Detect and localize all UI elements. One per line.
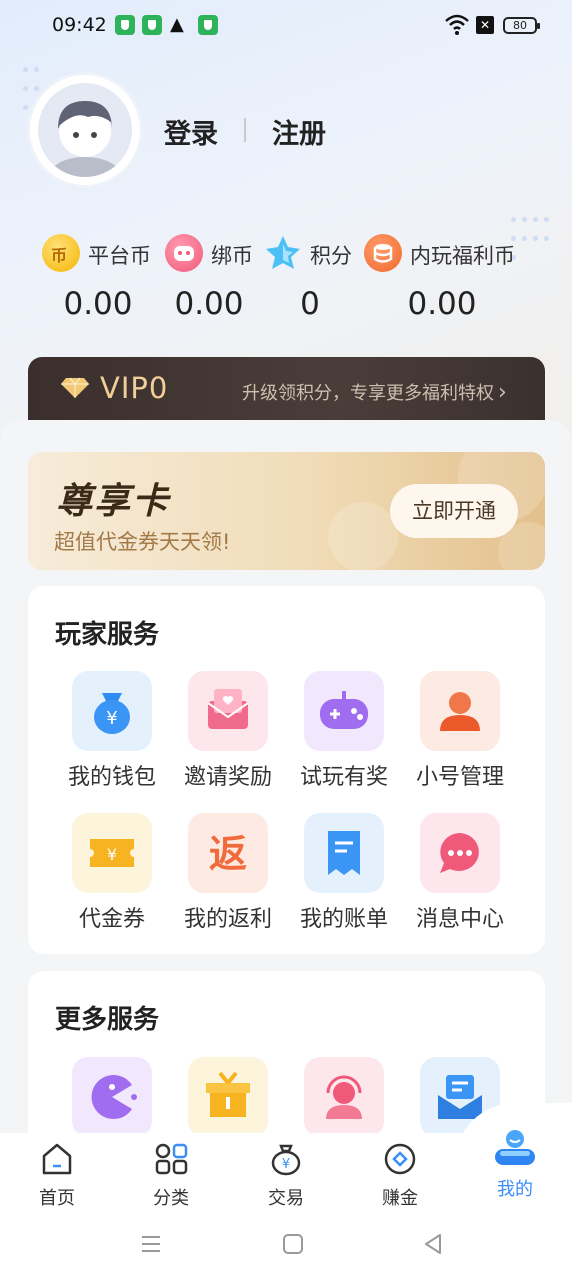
service-trial-reward[interactable]: 试玩有奖 xyxy=(289,671,399,791)
vip-level: VIP0 xyxy=(100,371,169,405)
points-star-icon xyxy=(264,234,302,272)
service-label: 代金券 xyxy=(78,907,145,932)
svg-text:¥: ¥ xyxy=(107,845,117,864)
welfare-coin-icon xyxy=(364,234,402,272)
currency-value: 0.00 xyxy=(174,286,244,322)
status-time: 09:42 xyxy=(52,14,107,36)
service-voucher[interactable]: ¥ 代金券 xyxy=(57,813,167,933)
vip-upgrade-hint[interactable]: 升级领积分，专享更多福利特权 › xyxy=(242,379,507,405)
section-title: 更多服务 xyxy=(55,1005,160,1035)
more-service-item[interactable] xyxy=(57,1057,167,1137)
tab-label: 赚金 xyxy=(382,1188,418,1209)
avatar[interactable] xyxy=(30,75,140,185)
currency-value: 0 xyxy=(300,286,320,322)
service-label: 试玩有奖 xyxy=(299,765,388,790)
currency-label: 内玩福利币 xyxy=(410,244,515,268)
avatar-image xyxy=(38,83,132,177)
diamond-icon xyxy=(61,377,89,398)
service-invite-reward[interactable]: 邀请奖励 xyxy=(173,671,283,791)
more-service-item[interactable] xyxy=(289,1057,399,1137)
category-icon xyxy=(155,1143,188,1175)
service-label: 我的钱包 xyxy=(67,765,156,790)
tab-home[interactable]: 首页 xyxy=(0,1133,114,1211)
vip-bar[interactable]: VIP0 升级领积分，专享更多福利特权 › xyxy=(28,357,545,427)
decor-dots xyxy=(508,210,556,267)
tab-me[interactable]: 我的 xyxy=(458,1130,572,1211)
wallet-icon: ¥ xyxy=(72,671,152,751)
svg-text:¥: ¥ xyxy=(106,708,117,729)
currency-value: 0.00 xyxy=(63,286,133,322)
platform-coin-icon: 币 xyxy=(42,234,80,272)
profile-icon xyxy=(495,1130,535,1165)
gift-box-icon xyxy=(188,1057,268,1137)
home-button-icon[interactable] xyxy=(282,1233,304,1255)
back-icon[interactable] xyxy=(422,1233,444,1255)
login-link[interactable]: 登录 xyxy=(164,112,218,151)
menu-icon[interactable] xyxy=(140,1233,162,1255)
status-bar: 09:42 ▲ ✕ 80 xyxy=(0,0,572,52)
service-bill[interactable]: 我的账单 xyxy=(289,813,399,933)
service-rebate[interactable]: 返 我的返利 xyxy=(173,813,283,933)
premium-card-banner[interactable]: 尊享卡 超值代金券天天领! 立即开通 xyxy=(28,452,545,570)
svg-text:¥: ¥ xyxy=(282,1157,290,1172)
currency-value: 0.00 xyxy=(407,286,477,322)
chevron-right-icon: › xyxy=(498,380,507,405)
service-wallet[interactable]: ¥ 我的钱包 xyxy=(57,671,167,791)
premium-card-title: 尊享卡 xyxy=(56,481,171,522)
more-service-item[interactable] xyxy=(173,1057,283,1137)
bound-coin-icon xyxy=(165,234,203,272)
warning-icon: ▲ xyxy=(170,14,184,35)
bottom-tab-bar: 首页 分类 ¥ 交易 赚金 我的 xyxy=(0,1130,572,1211)
tab-category[interactable]: 分类 xyxy=(114,1133,228,1211)
tab-label: 我的 xyxy=(497,1179,533,1200)
service-label: 我的返利 xyxy=(183,907,272,932)
shield-notification-icon xyxy=(142,15,162,35)
player-services-panel: 玩家服务 ¥ 我的钱包 邀请奖励 试玩有奖 小号管理 ¥ 代金券 返 我的返利 xyxy=(28,586,545,954)
wifi-icon xyxy=(445,14,469,35)
premium-card-subtitle: 超值代金券天天领! xyxy=(54,530,231,554)
service-label: 小号管理 xyxy=(415,765,504,790)
home-icon xyxy=(42,1143,72,1175)
notification-app-icon xyxy=(115,15,135,35)
bill-icon xyxy=(304,813,384,893)
pacman-game-icon xyxy=(72,1057,152,1137)
shield-notification-icon xyxy=(198,15,218,35)
tab-earn[interactable]: 赚金 xyxy=(343,1133,457,1211)
currency-label: 积分 xyxy=(310,244,352,268)
account-manage-icon xyxy=(420,671,500,751)
customer-service-icon xyxy=(304,1057,384,1137)
register-link[interactable]: 注册 xyxy=(272,112,326,151)
activate-now-button[interactable]: 立即开通 xyxy=(390,484,518,538)
invite-reward-icon xyxy=(188,671,268,751)
system-navigation-bar xyxy=(0,1211,572,1280)
battery-icon: 80 xyxy=(503,17,540,34)
service-messages[interactable]: 消息中心 xyxy=(405,813,515,933)
no-sim-icon: ✕ xyxy=(476,16,494,34)
currency-label: 平台币 xyxy=(88,244,151,268)
divider xyxy=(244,118,246,142)
svg-text:返: 返 xyxy=(209,832,247,876)
tab-trade[interactable]: ¥ 交易 xyxy=(229,1133,343,1211)
gamepad-icon xyxy=(304,671,384,751)
tab-label: 首页 xyxy=(39,1188,75,1209)
service-label: 邀请奖励 xyxy=(183,765,272,790)
section-title: 玩家服务 xyxy=(55,620,160,650)
trade-icon: ¥ xyxy=(271,1144,301,1176)
service-label: 消息中心 xyxy=(415,907,504,932)
earn-icon xyxy=(384,1143,416,1175)
rebate-icon: 返 xyxy=(188,813,268,893)
tab-label: 分类 xyxy=(153,1188,189,1209)
tab-label: 交易 xyxy=(268,1188,304,1209)
service-sub-account[interactable]: 小号管理 xyxy=(405,671,515,791)
service-label: 我的账单 xyxy=(299,907,388,932)
currency-label: 绑币 xyxy=(211,244,253,268)
voucher-icon: ¥ xyxy=(72,813,152,893)
message-icon xyxy=(420,813,500,893)
